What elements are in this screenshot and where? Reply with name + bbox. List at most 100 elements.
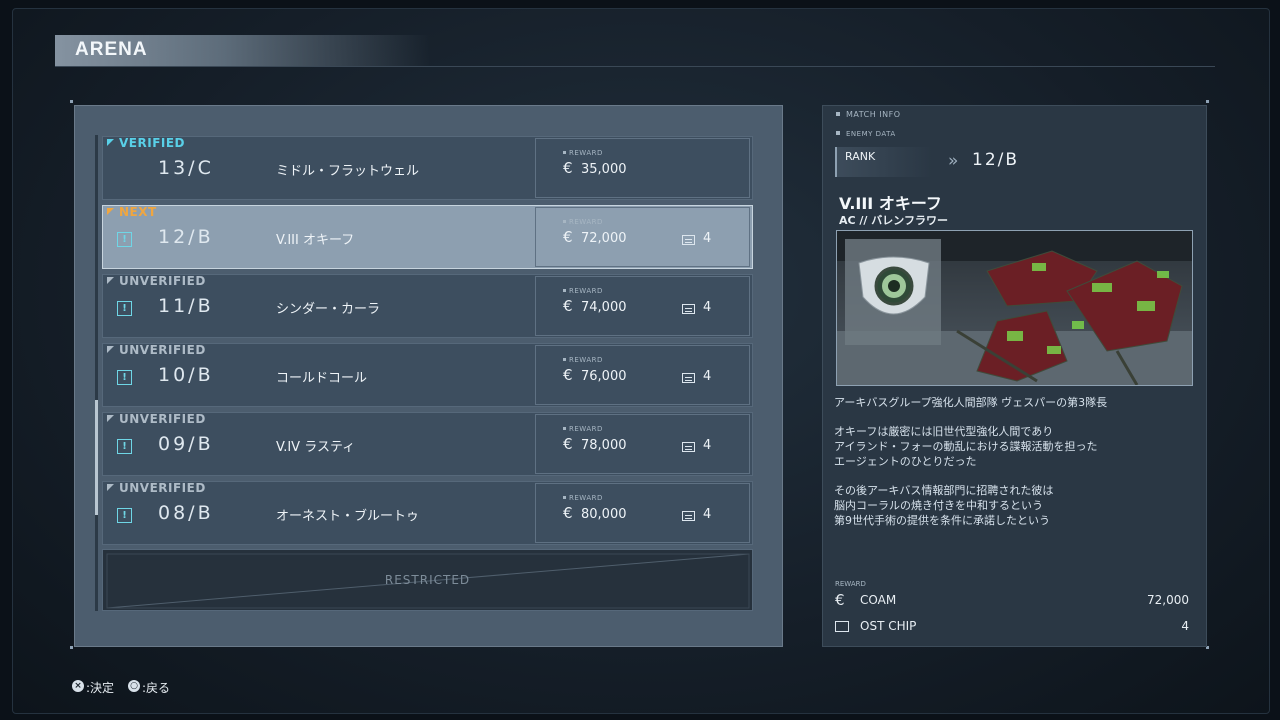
status-label: UNVERIFIED — [107, 343, 206, 357]
title-bar: ARENA — [55, 35, 430, 66]
chip-count: 4 — [703, 369, 712, 384]
chip-icon — [682, 511, 695, 521]
chip-count: 4 — [703, 231, 712, 246]
reward-amount: 72,000 — [581, 231, 627, 246]
corner-mark — [70, 100, 73, 103]
reward-section-text: REWARD — [835, 580, 866, 588]
entry-name: V.IV ラスティ — [276, 440, 356, 455]
confirm-hint: :決定 — [86, 681, 115, 695]
currency-icon: € — [835, 591, 845, 609]
status-text: UNVERIFIED — [119, 481, 206, 495]
status-text: UNVERIFIED — [119, 274, 206, 288]
corner-mark — [1206, 100, 1209, 103]
reward-label: REWARD — [563, 149, 603, 157]
reward-label: REWARD — [563, 425, 603, 433]
currency-icon: € — [563, 435, 573, 453]
cross-button-icon: × — [72, 680, 84, 692]
status-text: UNVERIFIED — [119, 412, 206, 426]
restricted-entry: RESTRICTED — [102, 549, 753, 611]
reward-box: REWARD € 80,000 4 — [535, 483, 750, 543]
status-label: UNVERIFIED — [107, 274, 206, 288]
status-text: VERIFIED — [119, 136, 186, 150]
circle-button-icon: ○ — [128, 680, 140, 692]
status-label: NEXT — [107, 205, 157, 219]
entry-rank: 12/B — [158, 226, 214, 248]
status-label: VERIFIED — [107, 136, 185, 150]
currency-icon: € — [563, 159, 573, 177]
arena-entry-row-selected[interactable]: NEXT ! 12/B V.III オキーフ REWARD € 72,000 4 — [102, 205, 753, 269]
entry-name: シンダー・カーラ — [276, 302, 381, 317]
status-marker-icon — [107, 277, 114, 284]
title-divider — [55, 66, 1215, 67]
reward-box: REWARD € 35,000 — [535, 138, 750, 198]
currency-icon: € — [563, 366, 573, 384]
status-marker-icon — [107, 139, 114, 146]
page-title: ARENA — [75, 39, 148, 60]
mech-illustration — [837, 231, 1192, 385]
entry-name: V.III オキーフ — [276, 233, 355, 248]
alert-icon: ! — [117, 301, 132, 316]
corner-mark — [70, 646, 73, 649]
pilot-description-2b: アイランド・フォーの動乱における諜報活動を担った — [834, 440, 1098, 453]
status-text: UNVERIFIED — [119, 343, 206, 357]
ac-name: AC // バレンフラワー — [839, 214, 948, 227]
arena-entry-row[interactable]: UNVERIFIED ! 10/B コールドコール REWARD € 76,00… — [102, 343, 753, 407]
coam-label: COAM — [860, 593, 897, 607]
reward-label: REWARD — [563, 218, 603, 226]
status-label: UNVERIFIED — [107, 412, 206, 426]
status-marker-icon — [107, 346, 114, 353]
pilot-description-3b: 脳内コーラルの焼き付きを中和するという — [834, 499, 1043, 512]
arena-entry-row[interactable]: UNVERIFIED ! 11/B シンダー・カーラ REWARD € 74,0… — [102, 274, 753, 338]
status-marker-icon — [107, 484, 114, 491]
restricted-label: RESTRICTED — [384, 573, 471, 587]
entry-rank: 10/B — [158, 364, 214, 386]
pilot-description-2c: エージェントのひとりだった — [834, 455, 977, 468]
enemy-data-heading: ENEMY DATA — [836, 130, 896, 138]
pilot-description-3c: 第9世代手術の提供を条件に承諾したという — [834, 514, 1050, 527]
coam-value: 72,000 — [1147, 593, 1189, 607]
alert-icon: ! — [117, 508, 132, 523]
enemy-ac-image — [836, 230, 1193, 386]
chip-count: 4 — [703, 300, 712, 315]
chip-icon — [682, 235, 695, 245]
entry-name: ミドル・フラットウェル — [276, 164, 420, 179]
reward-box: REWARD € 78,000 4 — [535, 414, 750, 474]
reward-amount: 76,000 — [581, 369, 627, 384]
reward-box: REWARD € 76,000 4 — [535, 345, 750, 405]
rank-box: RANK — [835, 147, 932, 177]
chip-icon — [835, 621, 849, 632]
status-label: UNVERIFIED — [107, 481, 206, 495]
chip-icon — [682, 304, 695, 314]
arena-entry-row[interactable]: UNVERIFIED ! 09/B V.IV ラスティ REWARD € 78,… — [102, 412, 753, 476]
rank-value: 12/B — [972, 150, 1020, 170]
reward-amount: 35,000 — [581, 162, 627, 177]
back-hint: :戻る — [142, 681, 171, 695]
reward-box: REWARD € 74,000 4 — [535, 276, 750, 336]
chip-label: OST CHIP — [860, 619, 917, 633]
entry-name: コールドコール — [276, 371, 368, 386]
reward-box: REWARD € 72,000 4 — [535, 207, 750, 267]
reward-label: REWARD — [563, 494, 603, 502]
arena-entry-row[interactable]: UNVERIFIED ! 08/B オーネスト・ブルートゥ REWARD € 8… — [102, 481, 753, 545]
rank-label: RANK — [845, 150, 876, 163]
reward-amount: 74,000 — [581, 300, 627, 315]
reward-coam-row: € COAM 72,000 — [835, 591, 1189, 611]
pilot-name: V.III オキーフ — [839, 194, 942, 213]
chip-value: 4 — [1181, 619, 1189, 633]
status-marker-icon — [107, 415, 114, 422]
chip-icon — [682, 373, 695, 383]
reward-amount: 78,000 — [581, 438, 627, 453]
currency-icon: € — [563, 297, 573, 315]
entry-rank: 11/B — [158, 295, 214, 317]
status-text: NEXT — [119, 205, 157, 219]
scrollbar-thumb[interactable] — [95, 400, 98, 515]
pilot-description-1: アーキバスグループ強化人間部隊 ヴェスパーの第3隊長 — [834, 396, 1108, 409]
arena-entry-row[interactable]: VERIFIED 13/C ミドル・フラットウェル REWARD € 35,00… — [102, 136, 753, 200]
alert-icon: ! — [117, 232, 132, 247]
pilot-description-3a: その後アーキバス情報部門に招聘された彼は — [834, 484, 1054, 497]
pilot-description-2a: オキーフは厳密には旧世代型強化人間であり — [834, 425, 1054, 438]
entry-name: オーネスト・ブルートゥ — [276, 509, 420, 524]
chip-icon — [682, 442, 695, 452]
reward-label: REWARD — [563, 287, 603, 295]
scrollbar-track[interactable] — [95, 135, 98, 611]
